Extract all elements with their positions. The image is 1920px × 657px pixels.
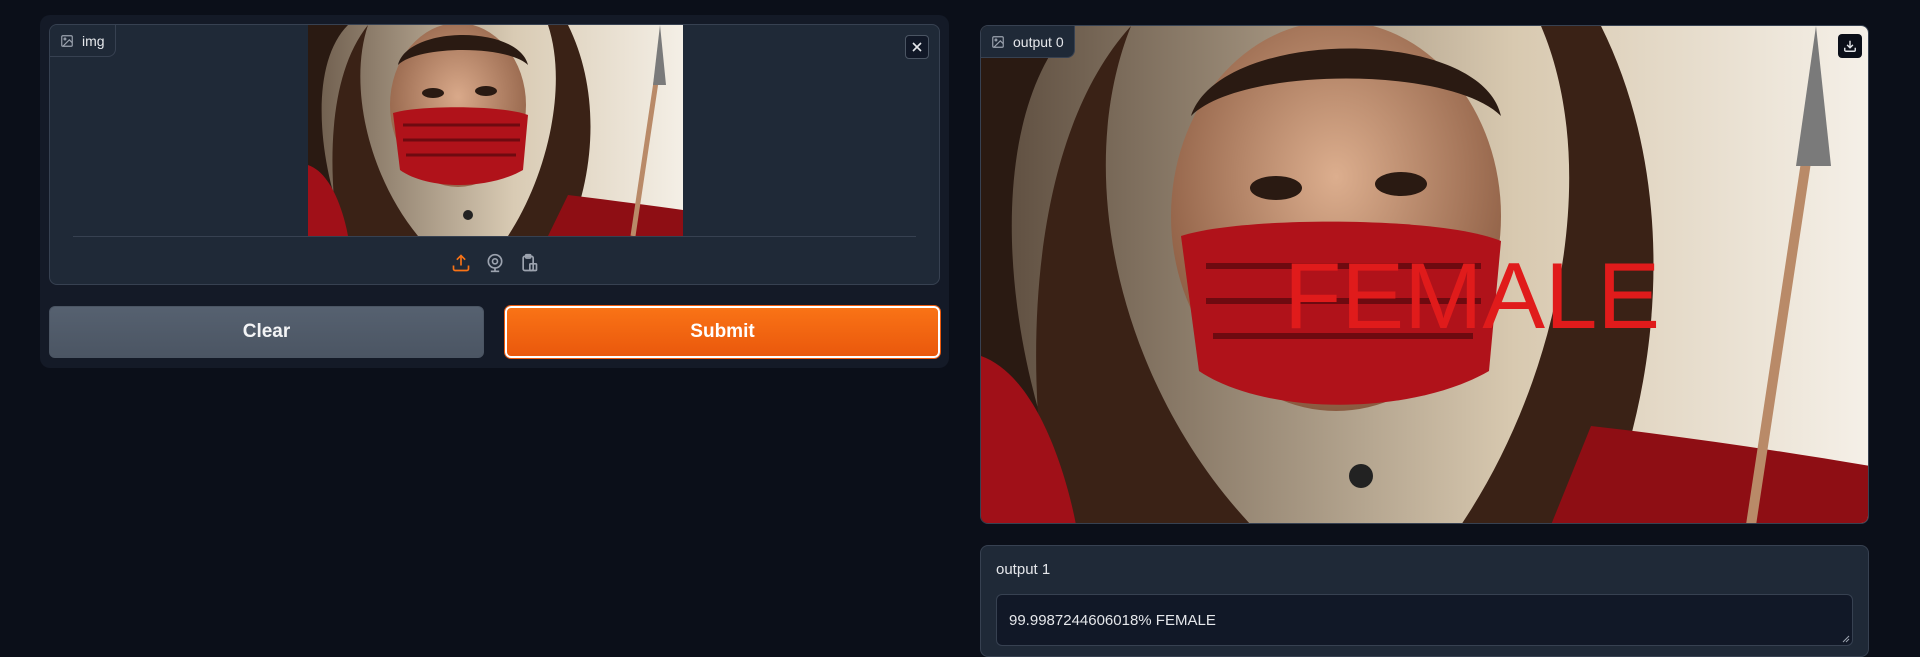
image-input-label: img [50,25,116,57]
upload-icon [452,254,469,272]
output-panel: output 0 FEMALE output 1 99.998724460601… [970,15,1878,657]
submit-button[interactable]: Submit [505,306,940,358]
image-input[interactable]: img [49,24,940,285]
download-button[interactable] [1838,34,1862,58]
close-icon [912,42,922,52]
image-icon [991,35,1005,49]
clipboard-source-button[interactable] [517,251,541,275]
output-image-panel: output 0 FEMALE [980,25,1869,524]
image-icon [60,34,74,48]
clipboard-icon [521,253,537,272]
image-source-selector [50,249,939,277]
image-input-label-text: img [82,32,105,49]
divider [73,236,916,237]
webcam-source-button[interactable] [483,251,507,275]
resize-handle-icon[interactable] [1840,633,1850,643]
output-image: FEMALE [981,26,1868,523]
output-textbox[interactable]: 99.9987244606018% FEMALE [996,594,1853,646]
download-icon [1844,40,1856,52]
output-image-label: output 0 [981,26,1075,58]
clear-button[interactable]: Clear [49,306,484,358]
output-text-panel: output 1 99.9987244606018% FEMALE [980,545,1869,657]
input-panel: img Clear Submit [40,15,949,368]
output-text-value: 99.9987244606018% FEMALE [1009,611,1216,629]
webcam-icon [487,253,502,273]
input-image [308,25,683,236]
upload-source-button[interactable] [449,251,473,275]
output-image-label-text: output 0 [1013,33,1064,50]
output-text-label: output 1 [996,561,1051,578]
overlay-label: FEMALE [1284,243,1660,348]
clear-image-button[interactable] [905,35,929,59]
